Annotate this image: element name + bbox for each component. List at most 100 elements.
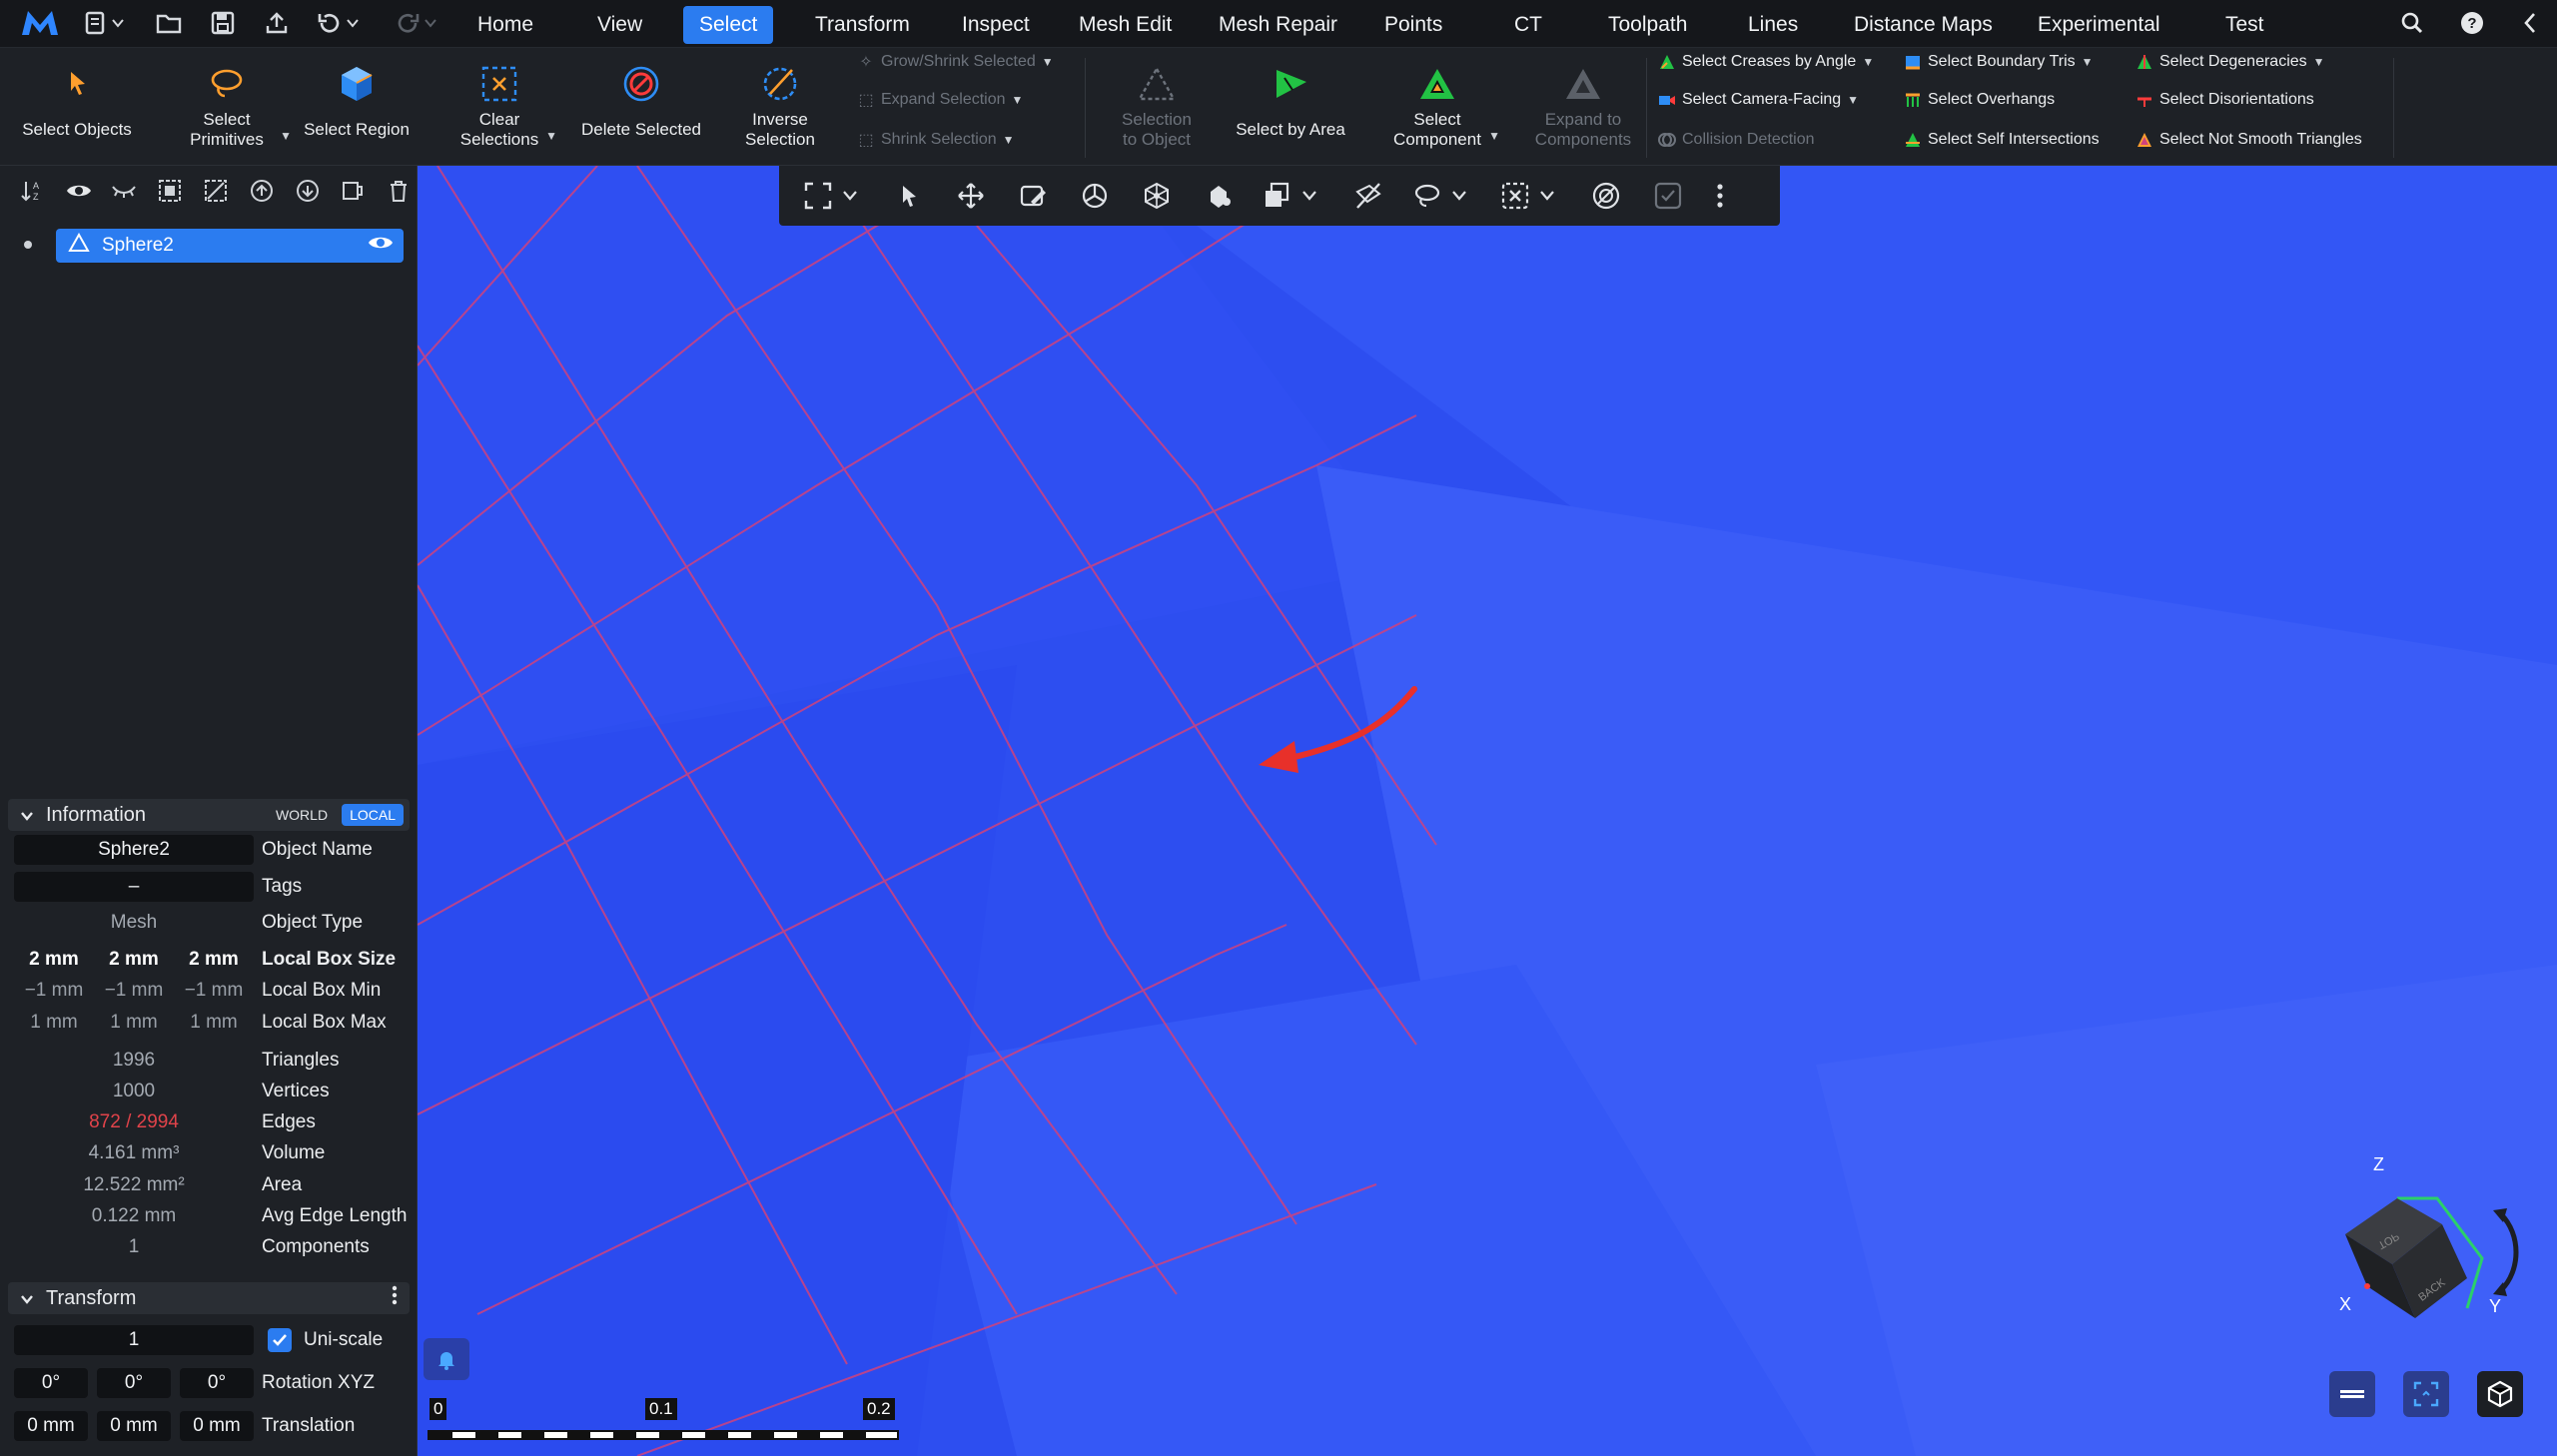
redo-icon[interactable] bbox=[388, 8, 439, 38]
copy-select-icon[interactable] bbox=[1261, 176, 1326, 216]
mesh-sphere-icon[interactable] bbox=[1586, 176, 1626, 216]
rotation-y-field[interactable]: 0° bbox=[97, 1368, 171, 1398]
deselect-icon[interactable] bbox=[197, 173, 235, 209]
svg-text:A: A bbox=[33, 181, 39, 191]
grow-shrink-selected-button[interactable]: ✧ Grow/Shrink Selected ▼ bbox=[857, 53, 1053, 71]
fit-view-icon[interactable] bbox=[801, 176, 867, 216]
fit-camera-icon[interactable] bbox=[2403, 1371, 2449, 1417]
chevron-down-icon[interactable]: ▼ bbox=[1488, 126, 1500, 146]
shrink-selection-button[interactable]: ⬚ Shrink Selection ▼ bbox=[857, 131, 1014, 149]
app-logo-icon[interactable] bbox=[20, 8, 60, 38]
view-cube-icon[interactable] bbox=[2477, 1371, 2523, 1417]
inverse-selection-button[interactable]: Inverse Selection bbox=[729, 58, 831, 150]
menu-distance-maps[interactable]: Distance Maps bbox=[1838, 6, 2009, 44]
chevron-down-icon[interactable]: ▼ bbox=[280, 126, 292, 146]
scale-field[interactable]: 1 bbox=[14, 1325, 254, 1355]
more-options-icon[interactable] bbox=[392, 1285, 398, 1311]
menu-toolpath[interactable]: Toolpath bbox=[1592, 6, 1703, 44]
menu-experimental[interactable]: Experimental bbox=[2022, 6, 2176, 44]
move-down-icon[interactable] bbox=[289, 173, 327, 209]
fill-icon[interactable] bbox=[1199, 176, 1239, 216]
hide-icon[interactable] bbox=[106, 173, 144, 209]
world-toggle[interactable]: WORLD bbox=[268, 804, 336, 826]
measure-icon[interactable] bbox=[2329, 1371, 2375, 1417]
mesh-vertices-icon[interactable] bbox=[1137, 176, 1177, 216]
menu-points[interactable]: Points bbox=[1368, 6, 1458, 44]
menu-select[interactable]: Select bbox=[683, 6, 774, 44]
scene-object-row[interactable]: Sphere2 bbox=[56, 229, 404, 263]
select-degeneracies-button[interactable]: Select Degeneracies ▼ bbox=[2135, 53, 2325, 71]
tags-field[interactable]: – bbox=[14, 872, 254, 902]
menu-lines[interactable]: Lines bbox=[1732, 6, 1814, 44]
selection-to-object-button[interactable]: Selection to Object bbox=[1109, 58, 1205, 150]
ruler-label-end: 0.2 bbox=[863, 1398, 895, 1420]
menu-mesh-repair[interactable]: Mesh Repair bbox=[1203, 6, 1353, 44]
clear-selections-button[interactable]: Clear Selections ▼ bbox=[449, 58, 557, 150]
select-boundary-tris-button[interactable]: Select Boundary Tris ▼ bbox=[1904, 53, 2094, 71]
menu-transform[interactable]: Transform bbox=[799, 6, 926, 44]
translation-z-field[interactable]: 0 mm bbox=[180, 1411, 254, 1441]
select-component-button[interactable]: Select Component ▼ bbox=[1382, 58, 1500, 150]
hide-faces-icon[interactable] bbox=[1348, 176, 1388, 216]
rotation-z-field[interactable]: 0° bbox=[180, 1368, 254, 1398]
deselect-box-icon[interactable] bbox=[1498, 176, 1564, 216]
top-menu-bar: Home View Select Transform Inspect Mesh … bbox=[0, 0, 2557, 48]
open-folder-icon[interactable] bbox=[154, 8, 184, 38]
select-camera-facing-button[interactable]: Select Camera-Facing ▼ bbox=[1658, 91, 1859, 109]
select-disorientations-button[interactable]: Select Disorientations bbox=[2135, 91, 2314, 109]
visibility-eye-icon[interactable] bbox=[368, 234, 394, 258]
select-creases-button[interactable]: Select Creases by Angle ▼ bbox=[1658, 53, 1874, 71]
sort-icon[interactable]: AZ bbox=[14, 173, 52, 209]
menu-test[interactable]: Test bbox=[2209, 6, 2280, 44]
menu-ct[interactable]: CT bbox=[1498, 6, 1558, 44]
select-all-icon[interactable] bbox=[151, 173, 189, 209]
select-not-smooth-button[interactable]: Select Not Smooth Triangles bbox=[2135, 131, 2362, 149]
move-up-icon[interactable] bbox=[243, 173, 281, 209]
chevron-down-icon: ▼ bbox=[2312, 55, 2325, 69]
export-icon[interactable] bbox=[262, 8, 292, 38]
notification-bell-icon[interactable] bbox=[424, 1338, 469, 1380]
orbit-icon[interactable] bbox=[1075, 176, 1115, 216]
translation-x-field[interactable]: 0 mm bbox=[14, 1411, 88, 1441]
checkmark-icon[interactable] bbox=[1648, 176, 1688, 216]
menu-inspect[interactable]: Inspect bbox=[946, 6, 1046, 44]
pointer-icon[interactable] bbox=[889, 176, 929, 216]
3d-viewport[interactable] bbox=[418, 166, 2557, 1456]
lasso-select-icon[interactable] bbox=[1410, 176, 1476, 216]
uniscale-checkbox[interactable] bbox=[268, 1328, 292, 1352]
delete-selected-button[interactable]: Delete Selected bbox=[579, 58, 703, 140]
split-icon[interactable] bbox=[334, 173, 372, 209]
undo-icon[interactable] bbox=[314, 8, 366, 38]
search-icon[interactable] bbox=[2397, 8, 2427, 38]
orientation-gizmo[interactable]: Z X Y TOP BACK bbox=[2317, 1154, 2537, 1328]
local-toggle[interactable]: LOCAL bbox=[342, 804, 404, 826]
select-objects-button[interactable]: Select Objects bbox=[18, 58, 136, 140]
menu-view[interactable]: View bbox=[581, 6, 658, 44]
translation-y-field[interactable]: 0 mm bbox=[97, 1411, 171, 1441]
paint-select-icon[interactable] bbox=[1013, 176, 1053, 216]
more-vertical-icon[interactable] bbox=[1710, 176, 1730, 216]
rotation-x-field[interactable]: 0° bbox=[14, 1368, 88, 1398]
move-icon[interactable] bbox=[951, 176, 991, 216]
object-name-field[interactable]: Sphere2 bbox=[14, 835, 254, 865]
collapse-chevron-icon[interactable] bbox=[2515, 8, 2545, 38]
expand-selection-button[interactable]: ⬚ Expand Selection ▼ bbox=[857, 91, 1023, 109]
menu-mesh-edit[interactable]: Mesh Edit bbox=[1063, 6, 1188, 44]
expand-to-components-button[interactable]: Expand to Components bbox=[1528, 58, 1638, 150]
trash-icon[interactable] bbox=[380, 173, 418, 209]
select-primitives-button[interactable]: Select Primitives ▼ bbox=[172, 58, 292, 150]
save-icon[interactable] bbox=[208, 8, 238, 38]
collision-detection-button[interactable]: Collision Detection bbox=[1658, 131, 1815, 149]
transform-section-header[interactable]: Transform bbox=[8, 1282, 410, 1314]
tree-bullet bbox=[24, 241, 32, 249]
select-by-area-button[interactable]: Select by Area bbox=[1231, 58, 1350, 140]
chevron-down-icon[interactable]: ▼ bbox=[545, 126, 557, 146]
menu-home[interactable]: Home bbox=[461, 6, 549, 44]
select-region-button[interactable]: Select Region bbox=[300, 58, 414, 140]
select-overhangs-button[interactable]: Select Overhangs bbox=[1904, 91, 2055, 109]
help-icon[interactable]: ? bbox=[2457, 8, 2487, 38]
select-self-intersections-button[interactable]: Select Self Intersections bbox=[1904, 131, 2100, 149]
eye-icon[interactable] bbox=[60, 173, 98, 209]
file-menu-icon[interactable] bbox=[82, 8, 132, 38]
information-section-header[interactable]: Information WORLD LOCAL bbox=[8, 799, 410, 831]
